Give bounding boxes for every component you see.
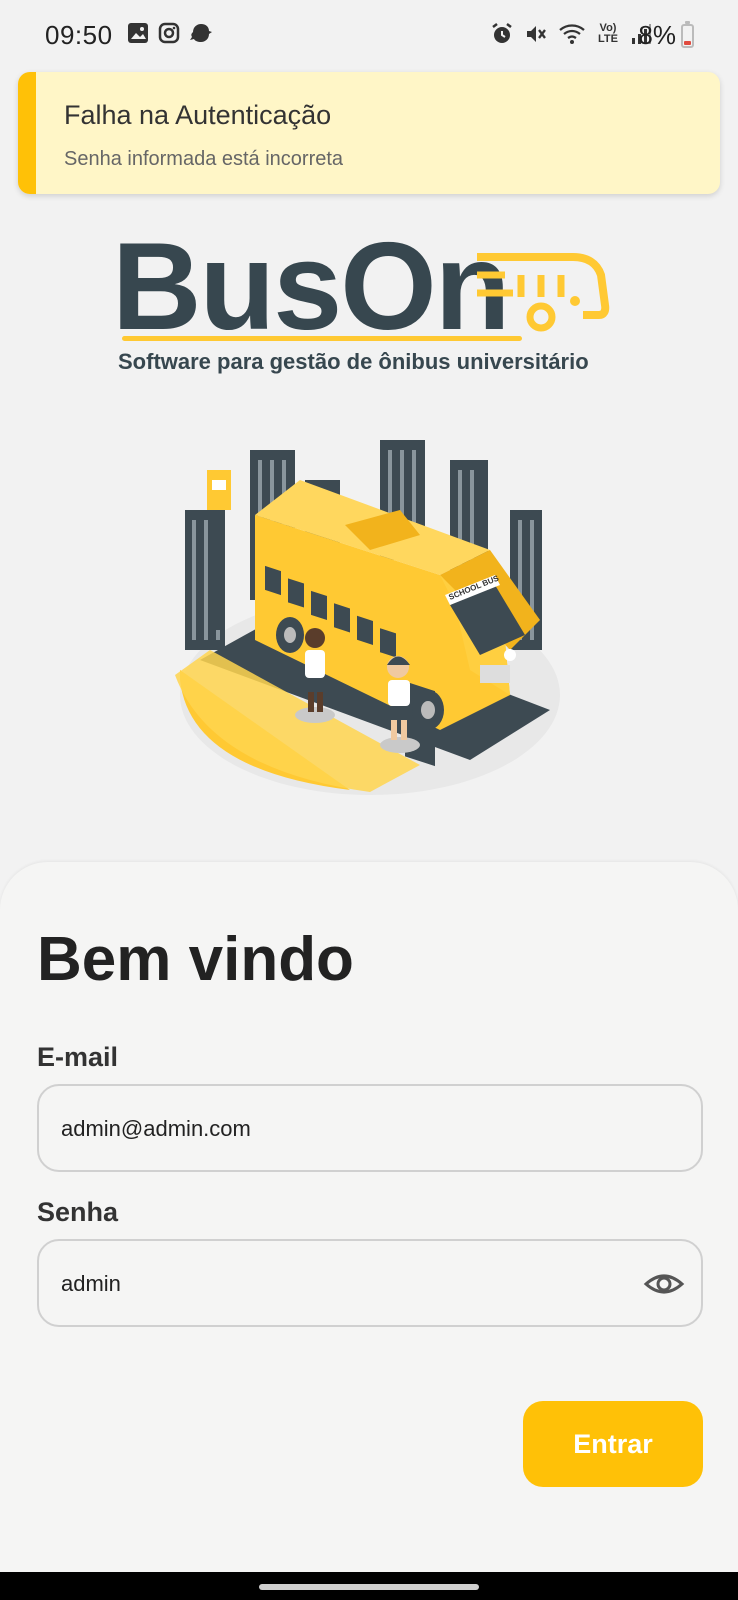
email-label: E-mail (37, 1042, 119, 1072)
wifi-icon (559, 24, 585, 44)
alert-message: Senha informada está incorreta (64, 148, 344, 170)
app-logo: BusOn Software para gestão de ônibus uni… (110, 225, 630, 387)
status-time: 09:50 (45, 20, 113, 50)
home-handle[interactable] (259, 1584, 479, 1590)
battery-percentage: 8% (638, 20, 676, 50)
eye-icon[interactable] (643, 1266, 685, 1302)
error-alert[interactable]: Falha na Autenticação Senha informada es… (18, 72, 720, 194)
login-card: Bem vindo E-mail admin@admin.com Senha a… (0, 862, 738, 1572)
password-field[interactable]: admin (37, 1239, 703, 1327)
login-button[interactable]: Entrar (523, 1401, 703, 1487)
alarm-icon (492, 23, 512, 43)
system-icons: Vo) LTE (490, 22, 652, 46)
battery-icon (681, 21, 694, 48)
password-value: admin (61, 1271, 121, 1296)
school-bus-illustration: SCHOOL BUS (175, 440, 560, 795)
gallery-icon (128, 23, 148, 43)
email-field[interactable]: admin@admin.com (37, 1084, 703, 1172)
instagram-icon (158, 22, 180, 44)
logo-wordmark: BusOn (112, 218, 510, 356)
logo-underline (122, 336, 522, 341)
alert-accent-bar (18, 72, 36, 194)
notification-icons (127, 22, 213, 44)
alert-title: Falha na Autenticação (64, 100, 332, 130)
volte-lte-label: Vo) LTE (598, 22, 618, 45)
bus-logo-icon (477, 253, 610, 332)
mute-icon (527, 26, 546, 42)
welcome-heading: Bem vindo (37, 925, 354, 994)
navigation-bar (0, 1572, 738, 1600)
password-label: Senha (37, 1197, 119, 1227)
app-icon (190, 24, 212, 42)
status-bar: 09:50 Vo) LTE 8% (0, 0, 738, 72)
logo-tagline: Software para gestão de ônibus universit… (118, 349, 589, 374)
email-value: admin@admin.com (61, 1116, 251, 1141)
